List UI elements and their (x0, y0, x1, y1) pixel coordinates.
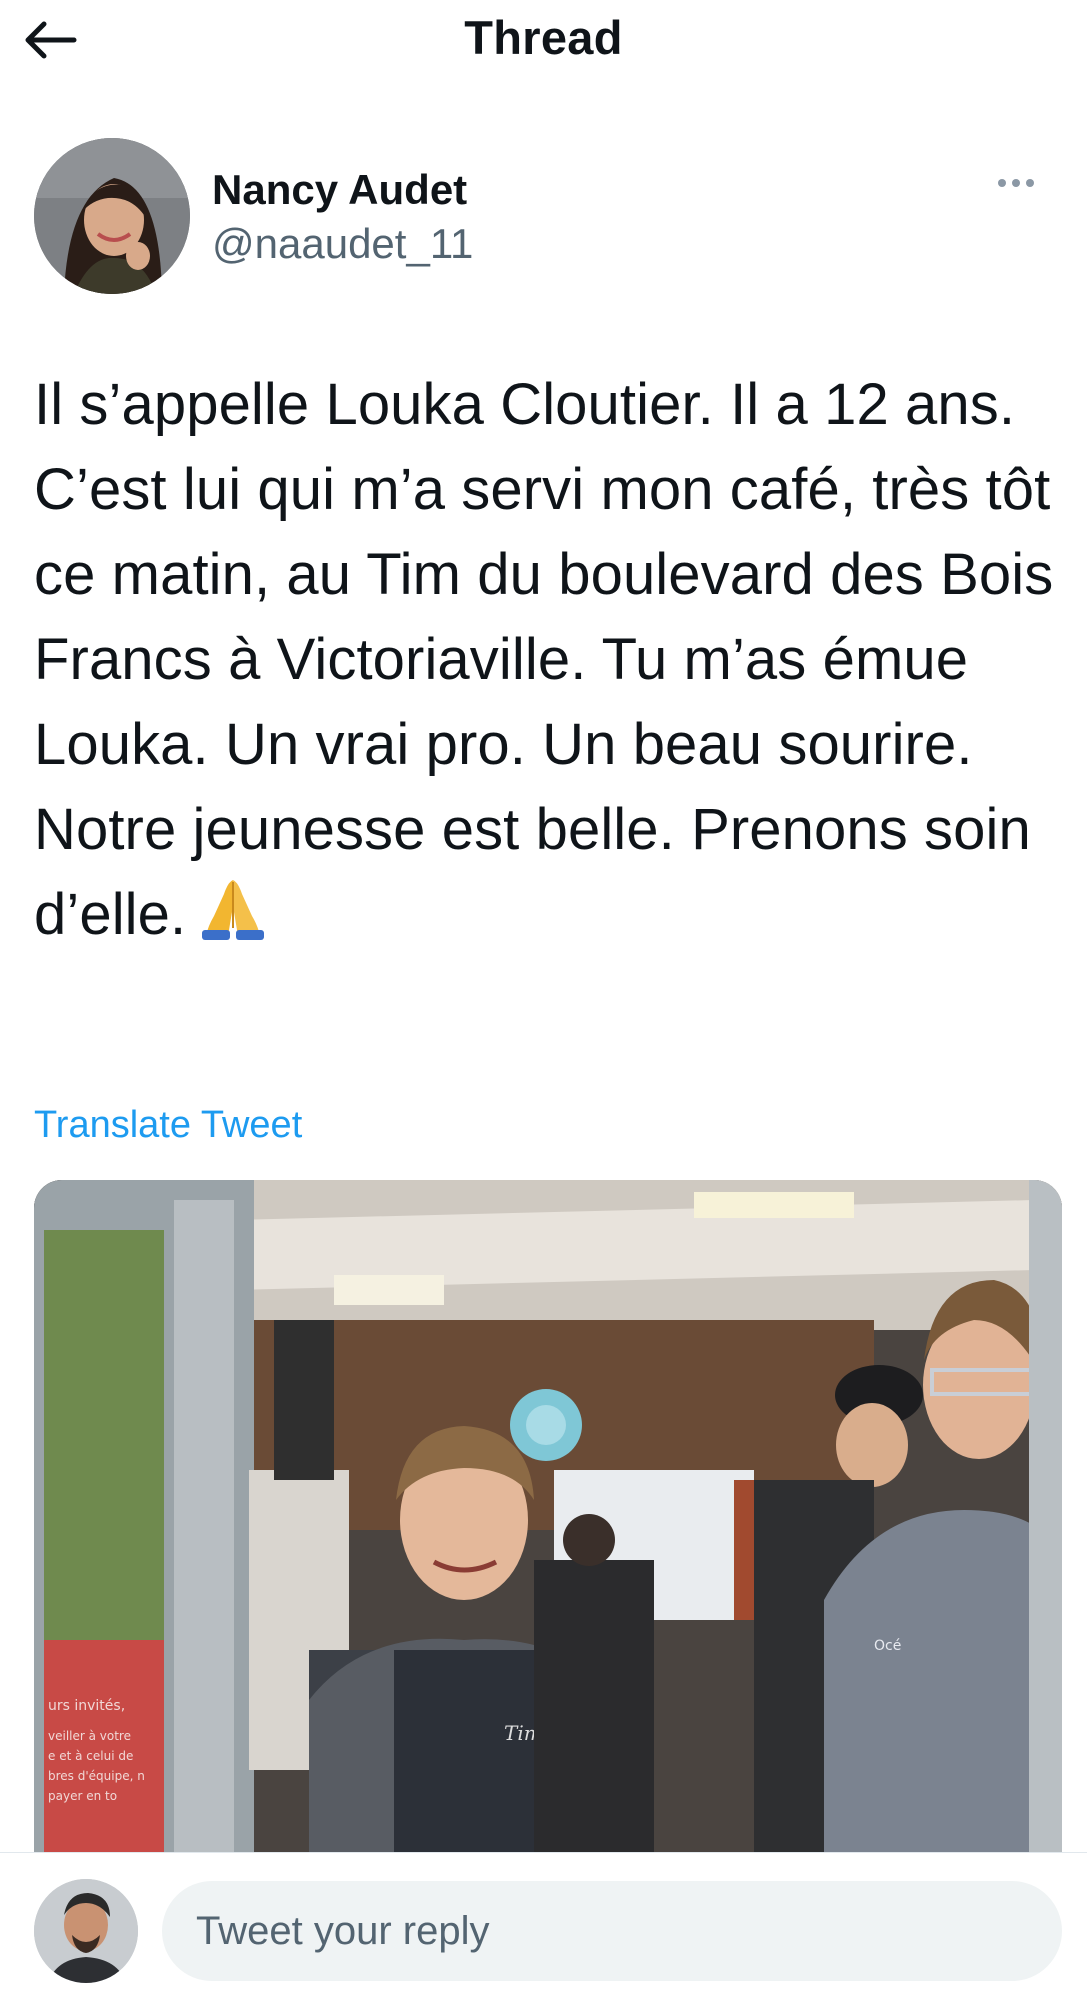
translate-tweet-link[interactable]: Translate Tweet (34, 1104, 302, 1147)
more-horizontal-icon (1012, 179, 1020, 187)
author-avatar[interactable] (34, 138, 190, 294)
folded-hands-icon (198, 872, 268, 965)
more-horizontal-icon (1026, 179, 1034, 187)
top-bar: Thread (0, 0, 1087, 80)
page-title: Thread (464, 11, 623, 64)
svg-text:payer en to: payer en to (48, 1789, 117, 1803)
reply-input[interactable] (162, 1881, 1062, 1981)
svg-text:veiller à votre: veiller à votre (48, 1729, 131, 1743)
svg-text:Océ: Océ (874, 1638, 901, 1654)
svg-text:urs invités,: urs invités, (48, 1698, 125, 1714)
author-handle[interactable]: @naaudet_11 (212, 220, 473, 268)
more-horizontal-icon (998, 179, 1006, 187)
tweet-text: Il s’appelle Louka Cloutier. Il a 12 ans… (34, 362, 1054, 965)
tweet-photo[interactable]: Tim Océ urs invités, veiller à votre e e… (34, 1180, 1062, 1920)
user-avatar[interactable] (34, 1879, 138, 1983)
author-name[interactable]: Nancy Audet (212, 166, 467, 214)
svg-text:bres d'équipe, n: bres d'équipe, n (48, 1769, 145, 1783)
reply-bar (0, 1852, 1087, 2016)
tweet-body: Il s’appelle Louka Cloutier. Il a 12 ans… (34, 372, 1054, 947)
more-options-button[interactable] (986, 168, 1046, 198)
svg-text:e et à celui de: e et à celui de (48, 1749, 133, 1763)
tweet-author: Nancy Audet @naaudet_11 (34, 138, 1054, 298)
